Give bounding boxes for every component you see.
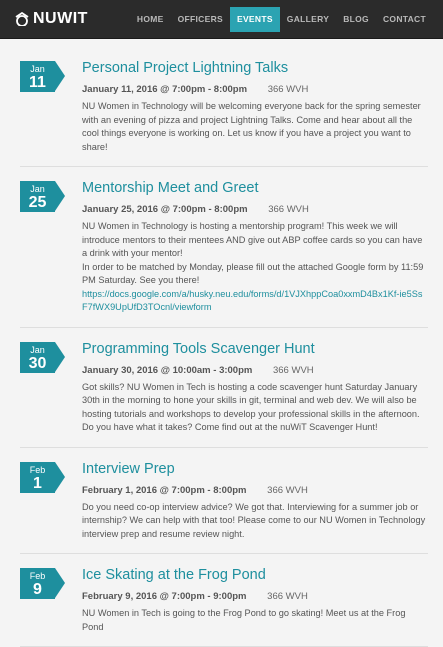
event-title[interactable]: Personal Project Lightning Talks	[82, 59, 428, 77]
badge-day: 25	[28, 194, 47, 211]
event-item: Feb 9 Ice Skating at the Frog Pond Febru…	[20, 566, 428, 647]
badge-month: Feb	[29, 571, 46, 581]
nav-officers[interactable]: OFFICERS	[171, 7, 230, 32]
event-description-text: Do you need co-op interview advice? We g…	[82, 501, 426, 539]
event-description: NU Women in Technology is hosting a ment…	[82, 220, 428, 315]
badge-day: 30	[28, 354, 47, 372]
event-location: 366 WVH	[267, 484, 308, 496]
date-badge: Feb 1	[20, 461, 65, 493]
event-location: 366 WVH	[267, 84, 309, 95]
badge-month: Jan	[30, 184, 45, 194]
event-list: Jan 11 Personal Project Lightning Talks …	[0, 39, 443, 647]
nav-contact[interactable]: CONTACT	[376, 7, 433, 32]
event-description-text: In order to be matched by Monday, please…	[82, 261, 424, 286]
badge-day: 1	[33, 474, 42, 492]
google-form-link[interactable]: https://docs.google.com/a/husky.neu.edu/…	[82, 289, 422, 313]
badge-day: 9	[33, 581, 42, 598]
date-badge: Jan 25	[20, 181, 65, 212]
event-title[interactable]: Mentorship Meet and Greet	[82, 179, 428, 197]
navbar: NUWIT HOME OFFICERS EVENTS GALLERY BLOG …	[0, 0, 443, 39]
event-title[interactable]: Ice Skating at the Frog Pond	[82, 566, 428, 584]
event-item: Jan 30 Programming Tools Scavenger Hunt …	[20, 340, 428, 448]
badge-month: Feb	[29, 464, 46, 475]
nav-blog[interactable]: BLOG	[336, 7, 376, 32]
site-logo[interactable]: NUWIT	[13, 10, 130, 28]
nav-gallery[interactable]: GALLERY	[280, 7, 336, 32]
badge-month: Jan	[30, 64, 45, 74]
event-description: Do you need co-op interview advice? We g…	[82, 501, 428, 542]
badge-month: Jan	[30, 344, 45, 355]
event-item: Jan 25 Mentorship Meet and Greet January…	[20, 179, 428, 328]
event-description-text: NU Women in Technology will be welcoming…	[82, 101, 421, 152]
event-description: NU Women in Technology will be welcoming…	[82, 100, 428, 154]
event-location: 366 WVH	[268, 204, 309, 215]
event-title[interactable]: Programming Tools Scavenger Hunt	[82, 340, 428, 358]
event-location: 366 WVH	[272, 364, 314, 376]
event-datetime: January 30, 2016 @ 10:00am - 3:00pm	[82, 364, 253, 376]
nav-events[interactable]: EVENTS	[229, 6, 280, 32]
event-description-text: Got skills? NU Women in Tech is hosting …	[82, 381, 420, 433]
event-location: 366 WVH	[267, 591, 308, 602]
event-datetime: January 25, 2016 @ 7:00pm - 8:00pm	[82, 204, 248, 215]
event-title[interactable]: Interview Prep	[82, 460, 428, 478]
nav-home[interactable]: HOME	[130, 7, 171, 32]
badge-day: 11	[29, 74, 46, 91]
event-datetime: January 11, 2016 @ 7:00pm - 8:00pm	[82, 84, 248, 95]
date-badge: Jan 11	[20, 61, 65, 92]
event-item: Jan 11 Personal Project Lightning Talks …	[20, 59, 428, 167]
date-badge: Jan 30	[20, 341, 65, 373]
event-description: NU Women in Tech is going to the Frog Po…	[82, 607, 428, 634]
event-datetime: February 9, 2016 @ 7:00pm - 9:00pm	[82, 591, 247, 602]
event-item: Feb 1 Interview Prep February 1, 2016 @ …	[20, 460, 428, 554]
event-description: Got skills? NU Women in Tech is hosting …	[82, 381, 428, 435]
date-badge: Feb 9	[20, 568, 65, 599]
logo-text: NUWIT	[33, 10, 88, 27]
main-nav: HOME OFFICERS EVENTS GALLERY BLOG CONTAC…	[130, 6, 433, 32]
event-description-text: NU Women in Tech is going to the Frog Po…	[82, 608, 406, 632]
logo-mark-icon	[15, 12, 29, 26]
event-datetime: February 1, 2016 @ 7:00pm - 8:00pm	[82, 484, 247, 496]
event-description-text: NU Women in Technology is hosting a ment…	[82, 221, 423, 258]
